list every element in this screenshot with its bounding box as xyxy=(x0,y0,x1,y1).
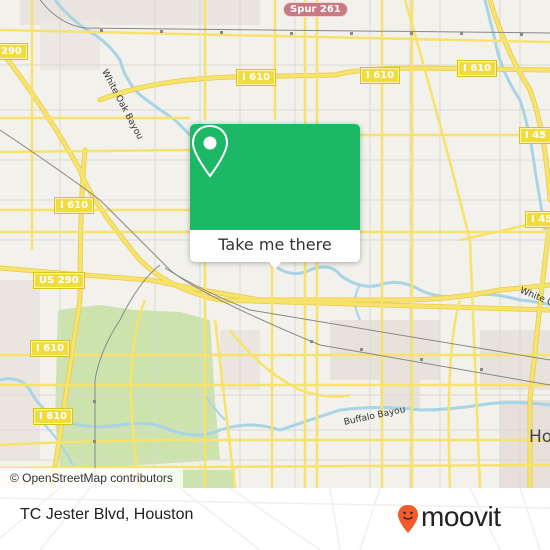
i610-shield: I 610 xyxy=(29,340,71,357)
take-me-there-button[interactable]: Take me there xyxy=(190,230,360,262)
i610-shield: I 610 xyxy=(32,408,74,425)
park-area xyxy=(55,305,220,470)
location-pin-icon xyxy=(191,124,229,178)
us290-shield: US 290 xyxy=(33,272,85,289)
map-view[interactable]: Spur 261 I 610 I 610 I 610 I 610 I 45 I … xyxy=(0,0,550,488)
popup-pointer xyxy=(267,260,283,269)
i610-shield: I 610 xyxy=(456,60,498,77)
place-name: TC Jester Blvd, Houston xyxy=(20,506,194,523)
popup-header xyxy=(190,124,360,230)
i610-shield: I 610 xyxy=(235,69,277,86)
footer-bar: TC Jester Blvd, Houston moovit xyxy=(0,488,550,550)
moovit-smiley-pin-icon xyxy=(398,505,418,533)
i610-shield: I 610 xyxy=(53,197,95,214)
moovit-wordmark: moovit xyxy=(421,501,501,532)
urban-area xyxy=(0,280,40,460)
spur-261-shield: Spur 261 xyxy=(283,2,348,17)
urban-area xyxy=(40,20,100,70)
urban-area xyxy=(480,330,550,390)
i45-shield: I 45 xyxy=(524,211,550,228)
i45-shield: I 45 xyxy=(518,127,550,144)
urban-area xyxy=(380,370,420,410)
i610-shield: I 610 xyxy=(359,67,401,84)
osm-attribution[interactable]: © OpenStreetMap contributors xyxy=(0,468,183,488)
destination-popup[interactable]: Take me there xyxy=(190,124,360,269)
houston-city-label: Ho xyxy=(529,427,550,447)
us290-shield: 290 xyxy=(0,43,28,60)
